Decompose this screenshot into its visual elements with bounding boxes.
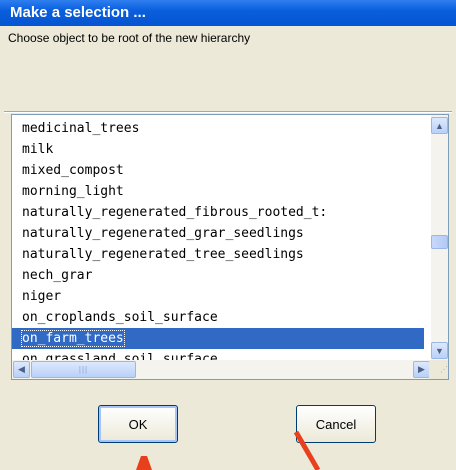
list-item[interactable]: naturally_regenerated_grar_seedlings — [12, 223, 424, 244]
list-item-label: naturally_regenerated_fibrous_rooted_t: — [22, 205, 328, 220]
list-item-label: on_farm_trees — [21, 330, 125, 347]
annotation-arrow-left-icon — [136, 456, 152, 470]
list-item-label: mixed_compost — [22, 163, 124, 178]
list-item-label: on_croplands_soil_surface — [22, 310, 218, 325]
scroll-down-button[interactable]: ▼ — [431, 342, 448, 359]
list-item-label: naturally_regenerated_grar_seedlings — [22, 226, 304, 241]
triangle-right-icon: ▶ — [418, 364, 425, 374]
horizontal-scrollbar[interactable]: ◀ ||| ▶ — [12, 360, 431, 379]
scroll-up-button[interactable]: ▲ — [431, 117, 448, 134]
vertical-scroll-thumb[interactable] — [431, 235, 448, 249]
list-item-label: niger — [22, 289, 62, 304]
title-bar[interactable]: Make a selection ... — [0, 0, 456, 26]
list-item[interactable]: morning_light — [12, 181, 424, 202]
list-item[interactable]: nech_grar — [12, 265, 424, 286]
triangle-left-icon: ◀ — [18, 364, 25, 374]
object-listbox[interactable]: medicinal_treesmilk mixed_compost morning_… — [11, 114, 449, 380]
selection-dialog: Make a selection ... Choose object to be… — [0, 0, 456, 470]
list-item-label: naturally_regenerated_tree_seedlings — [22, 247, 304, 262]
divider — [4, 111, 452, 113]
list-item-label: medicinal_trees — [22, 121, 140, 136]
dialog-title: Make a selection ... — [10, 4, 146, 21]
list-item[interactable]: milk — [12, 139, 424, 160]
list-item[interactable]: mixed_compost — [12, 160, 424, 181]
triangle-down-icon: ▼ — [435, 345, 444, 356]
list-items: medicinal_treesmilk mixed_compost morning_… — [12, 118, 424, 370]
list-item-label: nech_grar — [22, 268, 93, 283]
list-item[interactable]: naturally_regenerated_fibrous_rooted_t: — [12, 202, 424, 223]
list-item[interactable]: niger — [12, 286, 424, 307]
scroll-right-button[interactable]: ▶ — [413, 361, 430, 378]
scroll-left-button[interactable]: ◀ — [13, 361, 30, 378]
list-item-label: morning_light — [22, 184, 124, 199]
list-item[interactable]: naturally_regenerated_tree_seedlings — [12, 244, 424, 265]
list-item-selected[interactable]: on_farm_trees — [12, 328, 424, 349]
list-item[interactable]: on_croplands_soil_surface — [12, 307, 424, 328]
prompt-label: Choose object to be root of the new hier… — [8, 31, 251, 45]
horizontal-scroll-thumb[interactable]: ||| — [31, 361, 136, 378]
cancel-button[interactable]: Cancel — [296, 405, 376, 443]
triangle-up-icon: ▲ — [435, 120, 444, 131]
resize-grip-icon[interactable]: ⋰ — [429, 360, 448, 379]
list-item[interactable]: medicinal_trees — [12, 118, 424, 139]
vertical-scrollbar[interactable]: ▲ ▼ — [431, 115, 448, 361]
ok-button[interactable]: OK — [98, 405, 178, 443]
list-item-label: milk — [22, 142, 54, 157]
